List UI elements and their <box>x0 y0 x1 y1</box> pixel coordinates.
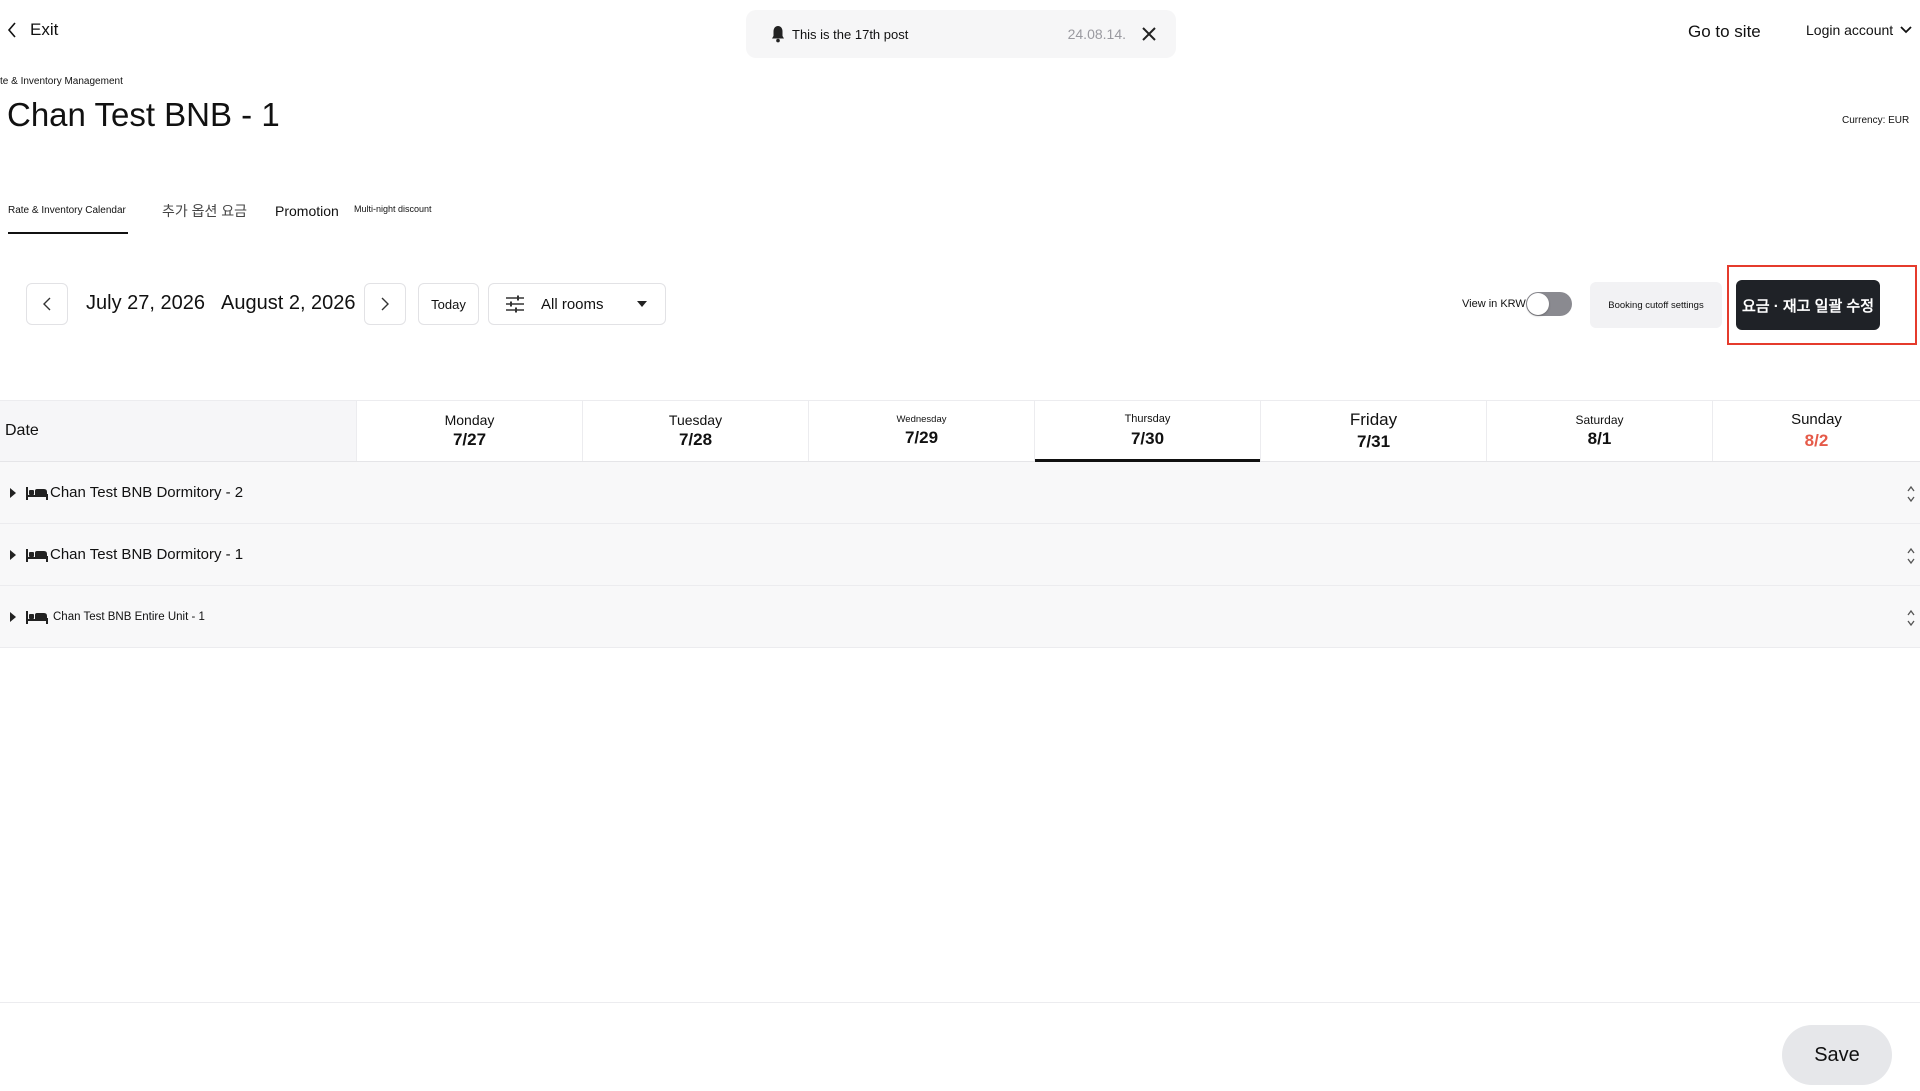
bed-icon <box>26 548 48 562</box>
day-column-monday[interactable]: Monday 7/27 <box>357 401 583 461</box>
day-column-friday[interactable]: Friday 7/31 <box>1261 401 1487 461</box>
room-row-dormitory-2[interactable]: Chan Test BNB Dormitory - 2 <box>0 462 1920 524</box>
currency-label: Currency: EUR <box>1842 115 1910 126</box>
day-date: 8/1 <box>1587 429 1612 449</box>
day-column-tuesday[interactable]: Tuesday 7/28 <box>583 401 809 461</box>
tab-promotion[interactable]: Promotion <box>275 203 339 219</box>
day-date: 8/2 <box>1804 431 1829 450</box>
day-date: 7/28 <box>678 430 713 450</box>
chevron-right-icon <box>381 297 389 311</box>
previous-week-button[interactable] <box>26 283 68 325</box>
room-row-entire-unit-1[interactable]: Chan Test BNB Entire Unit - 1 <box>0 586 1920 648</box>
footer-divider <box>0 1002 1920 1003</box>
tab-additional-option-rates[interactable]: 추가 옵션 요금 <box>162 201 247 221</box>
date-column-header: Date <box>0 401 357 461</box>
day-name: Saturday <box>1575 412 1624 427</box>
day-date: 7/30 <box>1130 428 1165 448</box>
day-date: 7/31 <box>1356 432 1391 452</box>
view-in-krw-toggle[interactable] <box>1526 292 1572 316</box>
day-date: 7/29 <box>904 427 939 447</box>
view-in-krw-label: View in KRW <box>1462 298 1526 310</box>
expand-triangle-icon <box>10 611 16 622</box>
exit-label: Exit <box>30 20 59 39</box>
toggle-knob <box>1527 293 1549 315</box>
expand-triangle-icon <box>10 549 16 560</box>
day-column-saturday[interactable]: Saturday 8/1 <box>1487 401 1713 461</box>
room-name: Chan Test BNB Dormitory - 2 <box>50 484 244 501</box>
day-name: Wednesday <box>896 414 947 426</box>
sort-arrows-icon[interactable] <box>1906 484 1916 504</box>
notification-date: 24.08.14. <box>1067 26 1126 42</box>
caret-down-icon <box>637 301 647 307</box>
notification-text: This is the 17th post <box>792 26 909 42</box>
room-row-dormitory-1[interactable]: Chan Test BNB Dormitory - 1 <box>0 524 1920 586</box>
page-title: Chan Test BNB - 1 <box>7 96 280 133</box>
login-account-menu[interactable]: Login account <box>1806 22 1913 38</box>
close-icon[interactable] <box>1140 25 1158 43</box>
sort-arrows-icon[interactable] <box>1906 546 1916 566</box>
next-week-button[interactable] <box>364 283 406 325</box>
range-start-date: July 27, 2026 <box>86 292 205 314</box>
highlight-box <box>1727 265 1917 345</box>
day-name: Friday <box>1349 409 1398 429</box>
notification-banner[interactable]: This is the 17th post 24.08.14. <box>746 10 1176 58</box>
day-column-wednesday[interactable]: Wednesday 7/29 <box>809 401 1035 461</box>
bed-icon <box>26 486 48 500</box>
rooms-filter-select[interactable]: All rooms <box>488 283 666 325</box>
chevron-down-icon <box>1900 26 1912 34</box>
tab-rate-inventory-calendar[interactable]: Rate & Inventory Calendar <box>8 205 126 216</box>
active-tab-indicator <box>8 232 128 234</box>
save-button[interactable]: Save <box>1782 1025 1892 1085</box>
chevron-left-icon <box>43 297 51 311</box>
tab-multi-night-discount[interactable]: Multi-night discount <box>354 204 432 214</box>
bell-icon <box>772 26 784 43</box>
day-column-thursday[interactable]: Thursday 7/30 <box>1035 401 1261 462</box>
room-name: Chan Test BNB Entire Unit - 1 <box>53 610 205 623</box>
day-name: Sunday <box>1791 411 1842 428</box>
filter-sliders-icon <box>506 295 524 313</box>
go-to-site-link[interactable]: Go to site <box>1688 22 1761 42</box>
bed-icon <box>26 610 48 624</box>
calendar-header: Date Monday 7/27 Tuesday 7/28 Wednesday … <box>0 400 1920 462</box>
day-column-sunday[interactable]: Sunday 8/2 <box>1713 401 1920 461</box>
login-account-label: Login account <box>1806 22 1894 38</box>
breadcrumb: te & Inventory Management <box>0 76 123 87</box>
day-name: Monday <box>444 411 495 428</box>
expand-triangle-icon <box>10 487 16 498</box>
range-end-date: August 2, 2026 <box>221 292 356 314</box>
exit-button[interactable]: Exit <box>6 20 58 40</box>
chevron-left-icon <box>7 22 16 38</box>
today-button[interactable]: Today <box>418 283 479 325</box>
rooms-filter-label: All rooms <box>541 295 604 313</box>
booking-cutoff-settings-button[interactable]: Booking cutoff settings <box>1590 282 1722 328</box>
day-name: Tuesday <box>668 411 723 428</box>
day-name: Thursday <box>1124 413 1171 426</box>
day-date: 7/27 <box>452 430 487 450</box>
sort-arrows-icon[interactable] <box>1906 608 1916 628</box>
room-name: Chan Test BNB Dormitory - 1 <box>50 546 244 563</box>
